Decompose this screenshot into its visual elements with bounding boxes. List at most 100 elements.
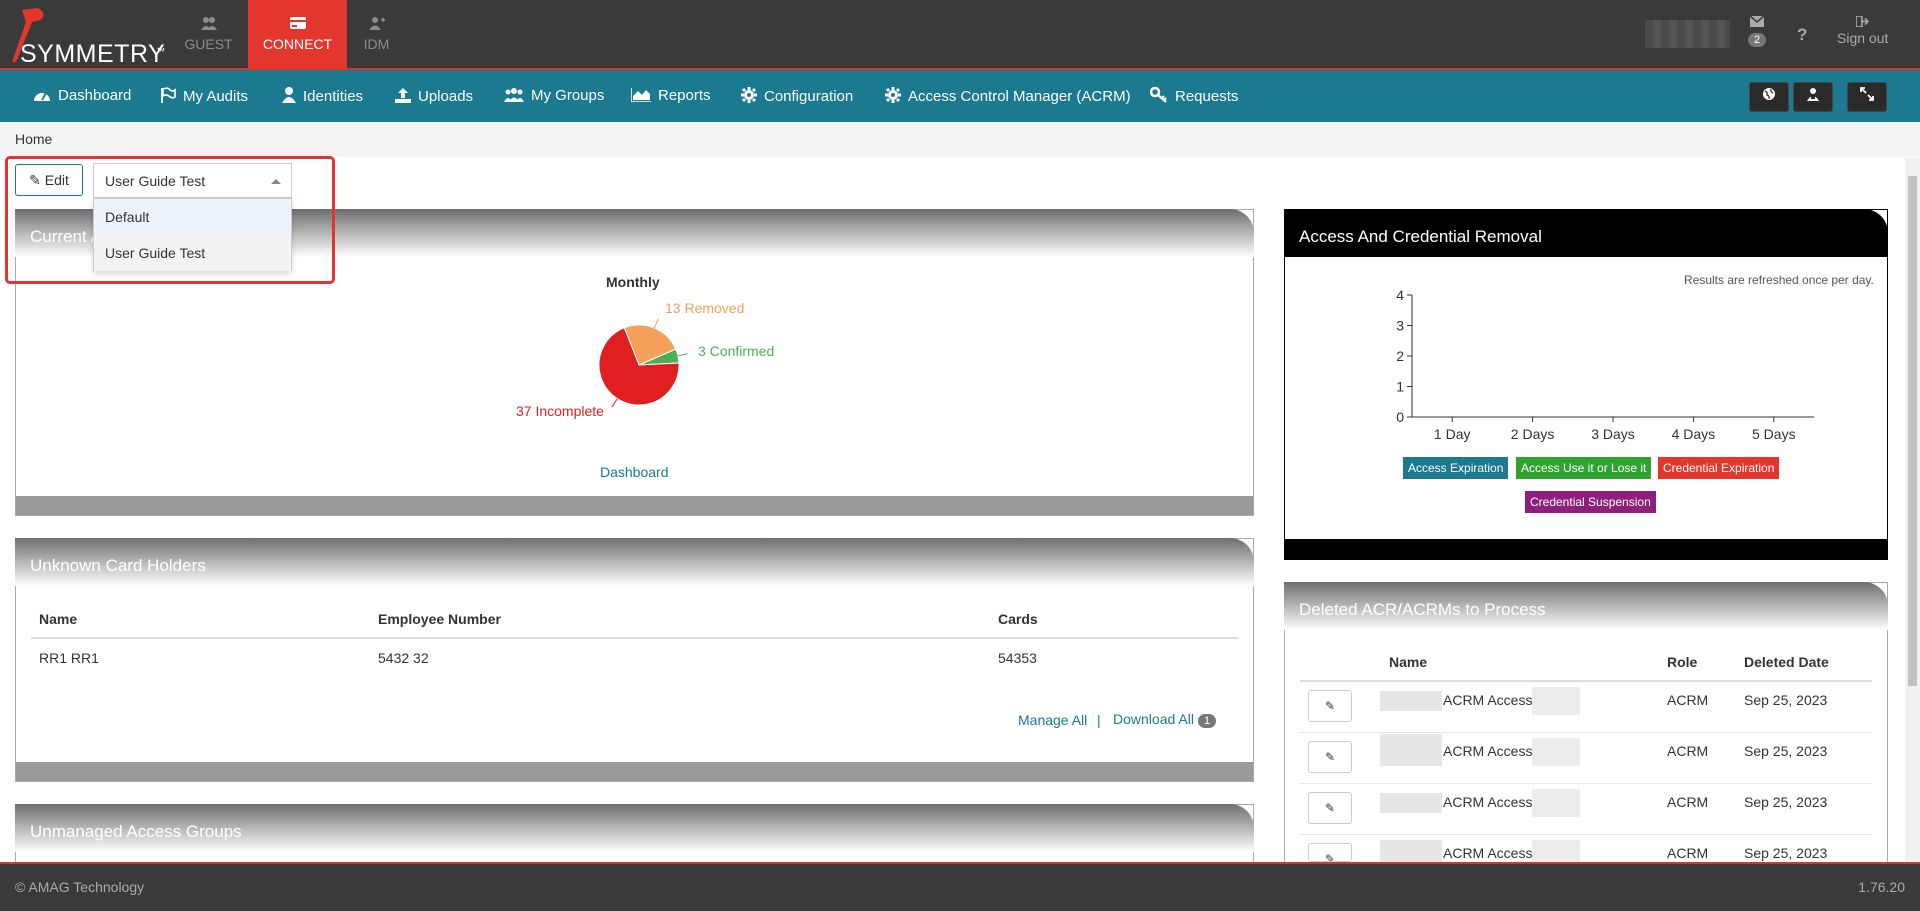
legend-item[interactable]: Credential Expiration bbox=[1658, 457, 1780, 479]
pie-leader-line bbox=[611, 398, 618, 408]
fullscreen-button[interactable] bbox=[1847, 82, 1887, 112]
panel-unmanaged-header: Unmanaged Access Groups bbox=[15, 804, 1254, 852]
legend-item[interactable]: Credential Suspension bbox=[1525, 491, 1656, 513]
nav-requests-label: Requests bbox=[1175, 88, 1239, 105]
col-header-name[interactable]: Name bbox=[1389, 654, 1427, 670]
name-redacted bbox=[1380, 793, 1442, 813]
legend-item[interactable]: Access Use it or Lose it bbox=[1516, 457, 1652, 479]
nav-configuration[interactable]: Configuration bbox=[741, 87, 853, 105]
brand-name: SYMMETRY bbox=[20, 40, 166, 68]
cell-name: ACRM Access bbox=[1443, 794, 1533, 810]
sign-out-label: Sign out bbox=[1837, 30, 1889, 46]
page-scrollbar[interactable] bbox=[1905, 158, 1920, 862]
messages-count-badge: 2 bbox=[1748, 33, 1767, 47]
col-header-role[interactable]: Role bbox=[1667, 654, 1697, 670]
panel-unknown-header: Unknown Card Holders bbox=[15, 538, 1254, 586]
edit-row-button[interactable]: ✎ bbox=[1308, 690, 1352, 722]
pie-label-incomplete: 37 Incomplete bbox=[516, 403, 604, 419]
edit-row-button[interactable]: ✎ bbox=[1308, 741, 1352, 773]
row-divider bbox=[1300, 732, 1872, 733]
breadcrumb-home[interactable]: Home bbox=[15, 131, 52, 147]
download-all-label: Download All bbox=[1113, 711, 1194, 727]
table-header-divider bbox=[31, 637, 1238, 639]
help-icon: ? bbox=[1797, 25, 1808, 44]
username-redacted bbox=[1645, 20, 1730, 48]
y-tick-label: 1 bbox=[1396, 379, 1404, 395]
scrollbar-thumb[interactable] bbox=[1908, 176, 1917, 686]
pie-label-removed: 13 Removed bbox=[665, 300, 745, 316]
nav-acrm[interactable]: Access Control Manager (ACRM) bbox=[885, 87, 1131, 105]
user-plus-icon bbox=[368, 17, 385, 30]
help-button[interactable]: ? bbox=[1797, 25, 1807, 45]
lock-user-button[interactable] bbox=[1793, 82, 1833, 112]
globe-icon bbox=[1763, 88, 1775, 100]
panel-deleted-title: Deleted ACR/ACRMs to Process bbox=[1299, 600, 1546, 619]
chart-axes bbox=[1411, 295, 1814, 418]
nav-uploads[interactable]: Uploads bbox=[395, 87, 473, 105]
nav-acrm-label: Access Control Manager (ACRM) bbox=[908, 88, 1131, 105]
symmetry-logo[interactable]: SYMMETRY ™ bbox=[8, 6, 168, 68]
nav-my-audits-label: My Audits bbox=[183, 88, 249, 105]
nav-my-audits[interactable]: My Audits bbox=[160, 87, 248, 105]
edit-row-button[interactable]: ✎ bbox=[1308, 792, 1352, 824]
edit-row-button[interactable]: ✎ bbox=[1308, 843, 1352, 862]
tab-guest-label: GUEST bbox=[184, 36, 233, 52]
nav-configuration-label: Configuration bbox=[764, 88, 854, 105]
cell-name: ACRM Access bbox=[1443, 743, 1533, 759]
col-header-cards[interactable]: Cards bbox=[998, 611, 1038, 627]
cell-name: ACRM Access bbox=[1443, 845, 1533, 861]
user-lock-icon bbox=[1807, 88, 1819, 101]
upload-icon bbox=[395, 88, 411, 103]
tab-idm[interactable]: IDM bbox=[327, 0, 426, 70]
nav-reports[interactable]: Reports bbox=[631, 87, 711, 104]
area-chart-icon bbox=[631, 88, 651, 102]
edit-icon: ✎ bbox=[1324, 699, 1336, 713]
name-suffix-redacted bbox=[1532, 789, 1580, 817]
access-bar-chart: 0 1 2 3 4 1 Day 2 Days 3 Days 4 Days 5 Days bbox=[1396, 288, 1814, 442]
manage-all-link[interactable]: Manage All bbox=[1018, 712, 1087, 728]
tab-connect-label: CONNECT bbox=[262, 36, 333, 52]
edit-icon: ✎ bbox=[1324, 801, 1336, 815]
pie-leader-line bbox=[677, 353, 688, 357]
x-tick-label: 2 Days bbox=[1511, 426, 1555, 442]
cell-deleted-date: Sep 25, 2023 bbox=[1744, 743, 1828, 759]
pie-label-confirmed: 3 Confirmed bbox=[698, 343, 775, 359]
version-text: 1.76.20 bbox=[1858, 879, 1905, 895]
sign-out-button[interactable]: Sign out bbox=[1837, 14, 1888, 46]
col-header-deleted-date[interactable]: Deleted Date bbox=[1744, 654, 1829, 670]
nav-requests[interactable]: Requests bbox=[1150, 87, 1238, 105]
nav-identities-label: Identities bbox=[303, 88, 364, 105]
messages-button[interactable]: 2 bbox=[1748, 14, 1767, 47]
name-suffix-redacted bbox=[1532, 840, 1580, 862]
cell-deleted-date: Sep 25, 2023 bbox=[1744, 845, 1828, 861]
gear-icon bbox=[741, 87, 757, 103]
nav-identities[interactable]: Identities bbox=[282, 87, 363, 105]
highlight-annotation bbox=[5, 156, 335, 284]
panel-access-title: Access And Credential Removal bbox=[1299, 227, 1542, 246]
name-redacted bbox=[1380, 840, 1442, 862]
users-icon bbox=[200, 17, 217, 30]
name-suffix-redacted bbox=[1532, 738, 1580, 766]
link-separator: | bbox=[1097, 712, 1101, 728]
x-tick-label: 5 Days bbox=[1752, 426, 1796, 442]
user-icon bbox=[282, 87, 296, 103]
x-tick-label: 4 Days bbox=[1672, 426, 1716, 442]
nav-dashboard[interactable]: Dashboard bbox=[33, 87, 131, 104]
col-header-employee-number[interactable]: Employee Number bbox=[378, 611, 501, 627]
download-all-link[interactable]: Download All 1 bbox=[1113, 711, 1217, 728]
name-redacted bbox=[1380, 691, 1442, 711]
deleted-table-divider bbox=[1300, 680, 1872, 682]
cell-deleted-date: Sep 25, 2023 bbox=[1744, 692, 1828, 708]
row-divider bbox=[1300, 783, 1872, 784]
globe-button[interactable] bbox=[1749, 82, 1789, 112]
col-header-name[interactable]: Name bbox=[39, 611, 77, 627]
row-divider bbox=[1300, 834, 1872, 835]
nav-my-groups[interactable]: My Groups bbox=[504, 87, 604, 104]
gear-icon bbox=[885, 87, 901, 103]
y-tick-label: 0 bbox=[1396, 409, 1404, 425]
legend-item[interactable]: Access Expiration bbox=[1403, 457, 1509, 479]
dashboard-link[interactable]: Dashboard bbox=[600, 464, 669, 480]
pie-chart-title: Monthly bbox=[606, 274, 660, 290]
edit-icon: ✎ bbox=[1324, 852, 1336, 862]
tab-guest[interactable]: GUEST bbox=[159, 0, 258, 70]
